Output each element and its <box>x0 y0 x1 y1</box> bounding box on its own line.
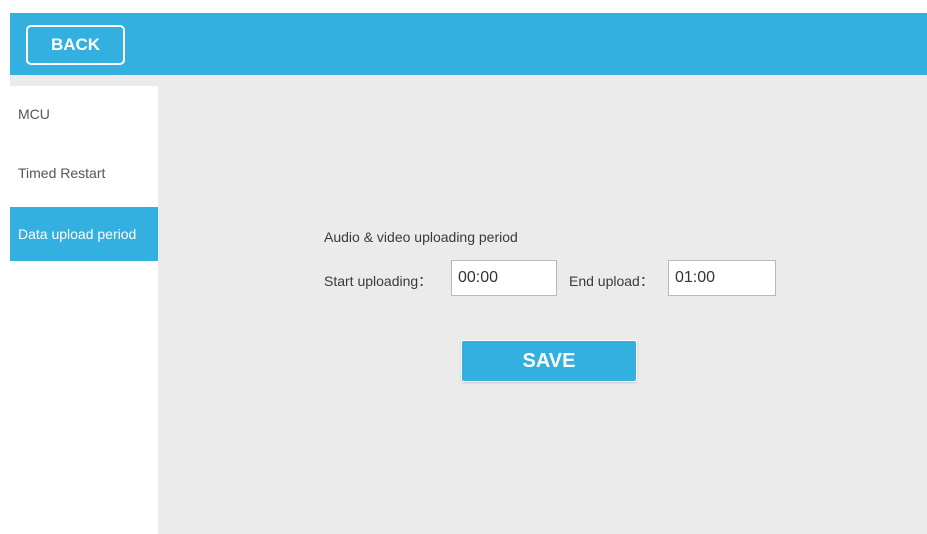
end-upload-label: End upload： <box>569 273 654 289</box>
settings-panel: Audio & video uploading period Start upl… <box>158 86 927 534</box>
sidebar-item-data-upload-period[interactable]: Data upload period <box>10 207 158 261</box>
save-button[interactable]: SAVE <box>461 340 637 382</box>
start-time-input[interactable] <box>451 260 557 296</box>
sidebar-item-timed-restart[interactable]: Timed Restart <box>10 145 158 201</box>
back-button[interactable]: BACK <box>26 25 125 65</box>
sidebar: MCU Timed Restart Data upload period <box>10 86 158 534</box>
section-title: Audio & video uploading period <box>324 229 518 245</box>
end-time-input[interactable] <box>668 260 776 296</box>
sidebar-item-label: MCU <box>18 106 50 122</box>
sidebar-item-label: Timed Restart <box>18 165 106 181</box>
app-screen: BACK MCU Timed Restart Data upload perio… <box>10 13 927 534</box>
top-bar: BACK <box>10 13 927 75</box>
start-uploading-label: Start uploading： <box>324 273 433 289</box>
sidebar-item-mcu[interactable]: MCU <box>10 86 158 142</box>
sidebar-item-label: Data upload period <box>18 226 137 242</box>
